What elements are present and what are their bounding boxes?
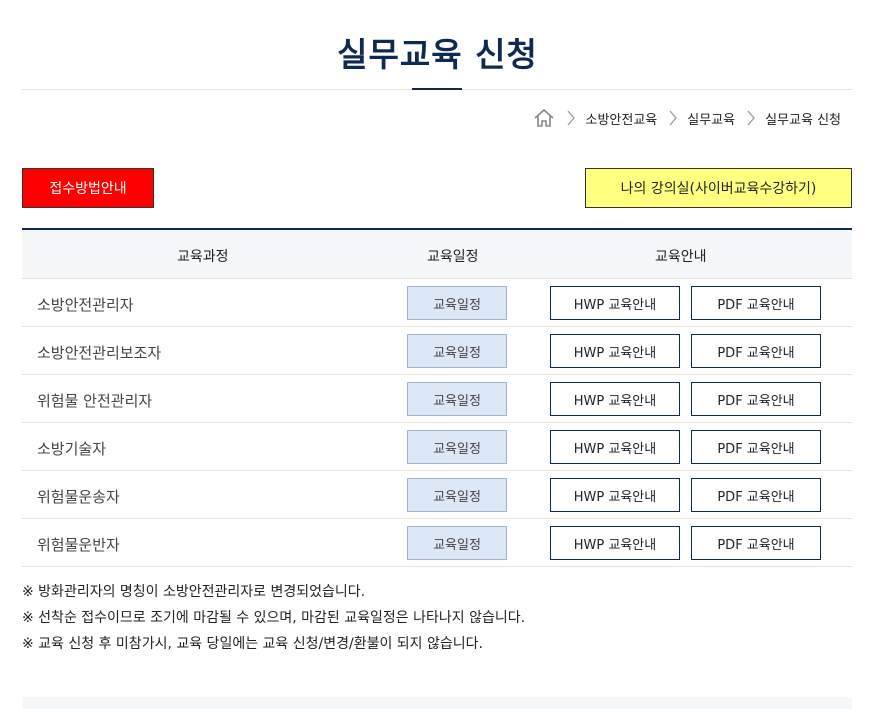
chevron-right-icon bbox=[743, 107, 759, 129]
header-course: 교육과정 bbox=[177, 249, 229, 265]
table-row: 소방안전관리보조자 교육일정 HWP 교육안내 PDF 교육안내 bbox=[22, 327, 852, 375]
pdf-guide-button[interactable]: PDF 교육안내 bbox=[691, 526, 821, 560]
hwp-guide-button[interactable]: HWP 교육안내 bbox=[550, 334, 680, 368]
schedule-button[interactable]: 교육일정 bbox=[407, 286, 507, 320]
table-row: 위험물운반자 교육일정 HWP 교육안내 PDF 교육안내 bbox=[22, 519, 852, 567]
chevron-right-icon bbox=[665, 107, 681, 129]
header-schedule: 교육일정 bbox=[427, 249, 479, 265]
breadcrumb-item-fire-safety[interactable]: 소방안전교육 bbox=[585, 109, 657, 128]
table-row: 소방안전관리자 교육일정 HWP 교육안내 PDF 교육안내 bbox=[22, 279, 852, 327]
table-row: 소방기술자 교육일정 HWP 교육안내 PDF 교육안내 bbox=[22, 423, 852, 471]
home-icon[interactable] bbox=[533, 107, 555, 129]
hwp-guide-button[interactable]: HWP 교육안내 bbox=[550, 286, 680, 320]
hwp-guide-button[interactable]: HWP 교육안내 bbox=[550, 478, 680, 512]
breadcrumb-item-practical[interactable]: 실무교육 bbox=[687, 109, 735, 128]
notice-item: ※ 선착순 접수이므로 조기에 마감될 수 있으며, 마감된 교육일정은 나타나… bbox=[22, 610, 526, 626]
notice-item: ※ 교육 신청 후 미참가시, 교육 당일에는 교육 신청/변경/환불이 되지 … bbox=[22, 636, 483, 652]
hwp-guide-button[interactable]: HWP 교육안내 bbox=[550, 382, 680, 416]
course-name: 위험물운송자 bbox=[37, 488, 120, 506]
notice-list: ※ 방화관리자의 명칭이 소방안전관리자로 변경되었습니다. ※ 선착순 접수이… bbox=[22, 582, 525, 660]
chevron-right-icon bbox=[563, 107, 579, 129]
course-name: 소방안전관리보조자 bbox=[37, 344, 162, 362]
footer-strip bbox=[22, 697, 852, 709]
pdf-guide-button[interactable]: PDF 교육안내 bbox=[691, 286, 821, 320]
table-header: 교육과정 교육일정 교육안내 bbox=[22, 228, 852, 279]
pdf-guide-button[interactable]: PDF 교육안내 bbox=[691, 382, 821, 416]
table-row: 위험물 안전관리자 교육일정 HWP 교육안내 PDF 교육안내 bbox=[22, 375, 852, 423]
pdf-guide-button[interactable]: PDF 교육안내 bbox=[691, 478, 821, 512]
schedule-button[interactable]: 교육일정 bbox=[407, 382, 507, 416]
course-table: 교육과정 교육일정 교육안내 소방안전관리자 교육일정 HWP 교육안내 PDF… bbox=[22, 228, 852, 567]
breadcrumb-item-current: 실무교육 신청 bbox=[765, 112, 841, 128]
pdf-guide-button[interactable]: PDF 교육안내 bbox=[691, 430, 821, 464]
hwp-guide-button[interactable]: HWP 교육안내 bbox=[550, 526, 680, 560]
course-name: 위험물운반자 bbox=[37, 536, 120, 554]
schedule-button[interactable]: 교육일정 bbox=[407, 526, 507, 560]
course-name: 소방기술자 bbox=[37, 440, 107, 458]
pdf-guide-button[interactable]: PDF 교육안내 bbox=[691, 334, 821, 368]
table-row: 위험물운송자 교육일정 HWP 교육안내 PDF 교육안내 bbox=[22, 471, 852, 519]
my-classroom-button[interactable]: 나의 강의실(사이버교육수강하기) bbox=[585, 168, 852, 208]
course-name: 소방안전관리자 bbox=[37, 296, 134, 314]
apply-guide-button[interactable]: 접수방법안내 bbox=[22, 168, 154, 208]
breadcrumb: 소방안전교육 실무교육 실무교육 신청 bbox=[533, 107, 841, 129]
header-guide: 교육안내 bbox=[655, 249, 707, 265]
schedule-button[interactable]: 교육일정 bbox=[407, 430, 507, 464]
hwp-guide-button[interactable]: HWP 교육안내 bbox=[550, 430, 680, 464]
course-name: 위험물 안전관리자 bbox=[37, 392, 153, 410]
schedule-button[interactable]: 교육일정 bbox=[407, 478, 507, 512]
notice-item: ※ 방화관리자의 명칭이 소방안전관리자로 변경되었습니다. bbox=[22, 584, 366, 600]
title-accent-bar bbox=[412, 88, 462, 90]
schedule-button[interactable]: 교육일정 bbox=[407, 334, 507, 368]
page-title: 실무교육 신청 bbox=[337, 35, 538, 74]
